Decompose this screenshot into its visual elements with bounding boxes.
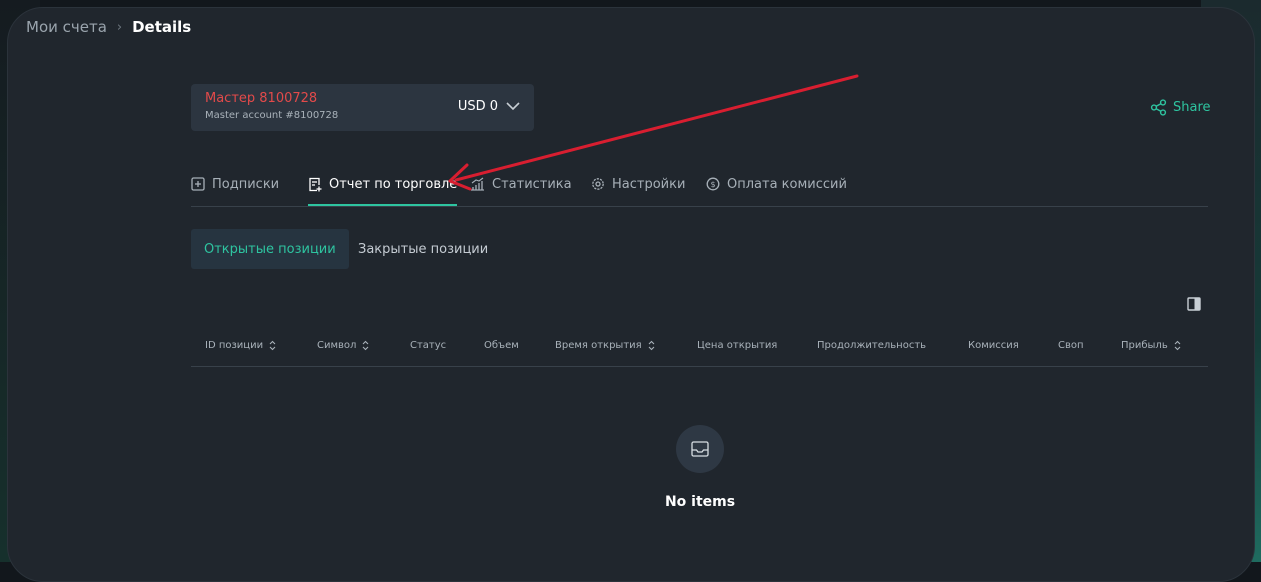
breadcrumb-current: Details bbox=[132, 18, 192, 36]
column-label: Продолжительность bbox=[817, 340, 927, 351]
column-label: Объем bbox=[484, 340, 519, 351]
column-label: Цена открытия bbox=[697, 340, 778, 351]
report-icon bbox=[309, 177, 322, 191]
column-label: Комиссия bbox=[968, 340, 1019, 351]
gear-icon bbox=[592, 178, 604, 190]
tab-label: Подписки bbox=[212, 176, 280, 192]
tab-label: Оплата комиссий bbox=[727, 176, 847, 192]
account-subtitle: Master account #8100728 bbox=[205, 110, 339, 121]
account-balance: USD 0 bbox=[458, 99, 520, 114]
breadcrumb-my-accounts[interactable]: Мои счета bbox=[26, 18, 107, 36]
tab-label: Статистика bbox=[492, 176, 572, 192]
sort-icon bbox=[363, 340, 369, 351]
account-selector[interactable]: Мастер 8100728 Master account #8100728 U… bbox=[191, 84, 534, 131]
tab-statistics[interactable]: Статистика bbox=[470, 163, 572, 205]
column-label: Прибыль bbox=[1121, 340, 1168, 351]
column-profit[interactable]: Прибыль bbox=[1121, 325, 1181, 366]
account-name: Мастер 8100728 bbox=[205, 91, 318, 106]
column-position-id[interactable]: ID позиции bbox=[205, 325, 276, 366]
share-label: Share bbox=[1173, 100, 1211, 115]
column-label: Время открытия bbox=[555, 340, 642, 351]
share-icon bbox=[1150, 99, 1167, 116]
column-label: ID позиции bbox=[205, 340, 264, 351]
inbox-icon bbox=[691, 441, 709, 457]
column-commission: Комиссия bbox=[968, 325, 1019, 366]
tab-settings[interactable]: Настройки bbox=[591, 163, 685, 205]
column-symbol[interactable]: Символ bbox=[317, 325, 369, 366]
share-button[interactable]: Share bbox=[1150, 99, 1211, 116]
empty-state-text: No items bbox=[664, 494, 736, 510]
column-swap: Своп bbox=[1058, 325, 1084, 366]
column-volume: Объем bbox=[484, 325, 519, 366]
column-open-price: Цена открытия bbox=[697, 325, 777, 366]
plus-square-icon bbox=[191, 177, 205, 191]
tab-bar: Подписки Отчет по торговле Статистика На… bbox=[191, 163, 1208, 207]
column-label: Своп bbox=[1058, 340, 1084, 351]
breadcrumb-separator-icon: › bbox=[116, 19, 123, 35]
column-label: Символ bbox=[317, 340, 357, 351]
breadcrumb: Мои счета › Details bbox=[26, 18, 191, 36]
sort-icon bbox=[648, 340, 655, 351]
chart-icon bbox=[471, 177, 484, 191]
tab-trading-report[interactable]: Отчет по торговле bbox=[308, 163, 458, 206]
positions-table-header: ID позиции Символ Статус Объем Время отк… bbox=[191, 325, 1208, 367]
empty-state-icon bbox=[676, 425, 724, 473]
column-status: Статус bbox=[410, 325, 446, 366]
tab-commission-payment[interactable]: $ Оплата комиссий bbox=[706, 163, 847, 205]
column-label: Статус bbox=[410, 340, 447, 351]
subtab-open-positions[interactable]: Открытые позиции bbox=[191, 229, 349, 269]
column-open-time[interactable]: Время открытия bbox=[555, 325, 655, 366]
sort-icon bbox=[1174, 340, 1181, 351]
column-duration: Продолжительность bbox=[817, 325, 926, 366]
column-settings-button[interactable] bbox=[1187, 296, 1201, 315]
sort-icon bbox=[269, 340, 276, 351]
tab-label: Отчет по торговле bbox=[329, 176, 458, 192]
chevron-down-icon bbox=[506, 102, 520, 111]
columns-icon bbox=[1187, 297, 1201, 311]
dollar-circle-icon: $ bbox=[706, 177, 720, 191]
tab-label: Настройки bbox=[612, 176, 686, 192]
account-balance-value: USD 0 bbox=[457, 99, 498, 114]
svg-text:$: $ bbox=[710, 180, 715, 189]
tab-subscriptions[interactable]: Подписки bbox=[191, 163, 279, 205]
subtab-closed-positions[interactable]: Закрытые позиции bbox=[345, 229, 501, 269]
